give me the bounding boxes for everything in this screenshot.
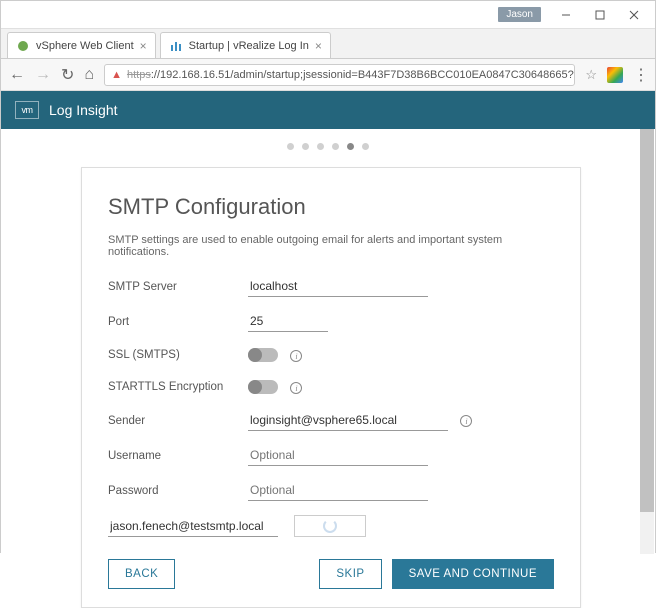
url-rest: ://192.168.16.51/admin/startup;jsessioni… <box>151 69 576 81</box>
info-icon[interactable]: i <box>290 382 302 394</box>
step-dot <box>302 143 309 150</box>
window-maximize-button[interactable] <box>583 5 617 25</box>
username-input[interactable] <box>248 445 428 466</box>
password-input[interactable] <box>248 480 428 501</box>
browser-tab-loginsight[interactable]: Startup | vRealize Log In × <box>160 32 331 58</box>
row-password: Password <box>108 480 554 501</box>
browser-menu-button[interactable]: ⋮ <box>633 65 647 85</box>
label-port: Port <box>108 316 248 328</box>
vsphere-favicon-icon <box>16 39 30 53</box>
step-dot <box>287 143 294 150</box>
row-ssl: SSL (SMTPS) i <box>108 346 554 364</box>
info-icon[interactable]: i <box>290 350 302 362</box>
url-protocol: https <box>127 69 151 81</box>
nav-forward-button[interactable]: → <box>35 66 51 84</box>
nav-home-button[interactable]: ⌂ <box>84 66 94 84</box>
config-card: SMTP Configuration SMTP settings are use… <box>81 167 581 608</box>
back-button[interactable]: BACK <box>108 559 175 589</box>
scroll-thumb[interactable] <box>640 129 654 512</box>
extension-icon[interactable] <box>607 67 623 83</box>
test-email-button[interactable] <box>294 515 366 537</box>
tab-title: vSphere Web Client <box>36 40 134 52</box>
label-smtp-server: SMTP Server <box>108 281 248 293</box>
port-input[interactable] <box>248 311 328 332</box>
row-username: Username <box>108 445 554 466</box>
vmware-logo-icon: vm <box>15 101 39 119</box>
page-title: SMTP Configuration <box>108 194 554 220</box>
window-titlebar: Jason <box>1 1 655 29</box>
row-sender: Sender i <box>108 410 554 431</box>
nav-back-button[interactable]: ← <box>9 66 25 84</box>
label-username: Username <box>108 450 248 462</box>
step-dot-active <box>347 143 354 150</box>
browser-tab-vsphere[interactable]: vSphere Web Client × <box>7 32 156 58</box>
product-name: Log Insight <box>49 102 118 118</box>
row-starttls: STARTTLS Encryption i <box>108 378 554 396</box>
info-icon[interactable]: i <box>460 415 472 427</box>
label-ssl: SSL (SMTPS) <box>108 349 248 361</box>
row-smtp-server: SMTP Server <box>108 276 554 297</box>
tab-close-button[interactable]: × <box>134 39 147 53</box>
window-close-button[interactable] <box>617 5 651 25</box>
page-description: SMTP settings are used to enable outgoin… <box>108 234 554 258</box>
starttls-toggle[interactable] <box>248 380 278 394</box>
url-field[interactable]: ▲ https://192.168.16.51/admin/startup;js… <box>104 64 575 86</box>
ssl-toggle[interactable] <box>248 348 278 362</box>
user-badge: Jason <box>498 7 541 22</box>
label-sender: Sender <box>108 415 248 427</box>
smtp-server-input[interactable] <box>248 276 428 297</box>
content-area: SMTP Configuration SMTP settings are use… <box>1 129 655 554</box>
step-dot <box>317 143 324 150</box>
sender-input[interactable] <box>248 410 448 431</box>
bookmark-star-icon[interactable]: ☆ <box>585 67 597 83</box>
step-dot <box>362 143 369 150</box>
nav-reload-button[interactable]: ↻ <box>61 65 74 85</box>
footer-actions: BACK SKIP SAVE AND CONTINUE <box>108 559 554 589</box>
tab-close-button[interactable]: × <box>309 39 322 53</box>
row-test-email <box>108 515 554 537</box>
browser-address-bar: ← → ↻ ⌂ ▲ https://192.168.16.51/admin/st… <box>1 59 655 91</box>
browser-tab-bar: vSphere Web Client × Startup | vRealize … <box>1 29 655 59</box>
skip-button[interactable]: SKIP <box>319 559 381 589</box>
loginsight-favicon-icon <box>169 39 183 53</box>
label-starttls: STARTTLS Encryption <box>108 381 248 393</box>
step-dot <box>332 143 339 150</box>
spinner-icon <box>323 519 337 533</box>
tab-title: Startup | vRealize Log In <box>189 40 309 52</box>
product-brand-bar: vm Log Insight <box>1 91 655 129</box>
row-port: Port <box>108 311 554 332</box>
scrollbar[interactable] <box>640 129 654 554</box>
label-password: Password <box>108 485 248 497</box>
save-continue-button[interactable]: SAVE AND CONTINUE <box>392 559 554 589</box>
security-warning-icon: ▲ <box>111 69 122 81</box>
window-minimize-button[interactable] <box>549 5 583 25</box>
test-email-input[interactable] <box>108 516 278 537</box>
